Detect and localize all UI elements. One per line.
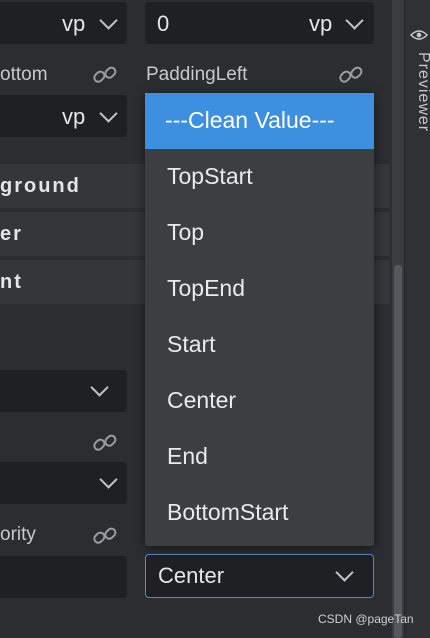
chevron-down-icon[interactable] [90, 378, 109, 397]
previewer-label[interactable]: Previewer [406, 52, 430, 132]
dropdown-option-center[interactable]: Center [145, 373, 374, 429]
link-icon[interactable] [92, 523, 118, 549]
padding-right-field[interactable]: 0 vp [145, 2, 374, 44]
section-border-title: er [0, 223, 23, 245]
dropdown-option-top[interactable]: Top [145, 205, 374, 261]
scrollbar-thumb[interactable] [394, 265, 402, 638]
padding-bottom-label: ottom [0, 64, 48, 85]
dropdown-option-start[interactable]: Start [145, 317, 374, 373]
unit-label: vp [309, 11, 333, 36]
padding-right-value: 0 [157, 11, 170, 36]
option-label: BottomStart [167, 499, 289, 525]
option-label: Top [167, 219, 205, 245]
option-label: ---Clean Value--- [165, 107, 335, 133]
unit-label: vp [62, 104, 86, 129]
link-icon[interactable] [92, 430, 118, 456]
align-dropdown-menu: ---Clean Value--- TopStart Top TopEnd St… [145, 93, 374, 546]
watermark: CSDN @pageTan [318, 612, 414, 626]
properties-panel: vp 0 vp ottom PaddingLeft vp ground er n… [0, 0, 390, 638]
link-icon[interactable] [338, 62, 364, 88]
option-label: End [167, 443, 208, 469]
dropdown-option-topend[interactable]: TopEnd [145, 261, 374, 317]
chevron-down-icon[interactable] [335, 563, 354, 582]
option-label: TopStart [167, 163, 253, 189]
section-font-title: nt [0, 271, 23, 293]
option-label: TopEnd [167, 275, 246, 301]
padding-bottom-field[interactable]: vp [0, 95, 127, 137]
chevron-down-icon[interactable] [99, 104, 118, 123]
select-field-2[interactable] [0, 462, 127, 504]
chevron-down-icon[interactable] [99, 11, 118, 30]
dropdown-option-end[interactable]: End [145, 429, 374, 485]
select-field-1[interactable] [0, 370, 127, 412]
priority-label: ority [0, 524, 36, 545]
padding-left-label: PaddingLeft [146, 64, 248, 85]
padding-top-field[interactable]: vp [0, 2, 127, 44]
chevron-down-icon[interactable] [345, 11, 364, 30]
dropdown-option-clean[interactable]: ---Clean Value--- [145, 93, 374, 149]
unit-label: vp [62, 11, 86, 36]
link-icon[interactable] [92, 62, 118, 88]
priority-field[interactable] [0, 556, 127, 598]
option-label: Start [167, 331, 216, 357]
dropdown-option-topstart[interactable]: TopStart [145, 149, 374, 205]
chevron-down-icon[interactable] [99, 470, 118, 489]
align-select-value: Center [158, 563, 225, 588]
option-label: Center [167, 387, 237, 413]
align-select[interactable]: Center [145, 554, 374, 598]
dropdown-option-bottomstart[interactable]: BottomStart [145, 485, 374, 541]
eye-icon [410, 30, 428, 40]
section-background-title: ground [0, 175, 81, 197]
